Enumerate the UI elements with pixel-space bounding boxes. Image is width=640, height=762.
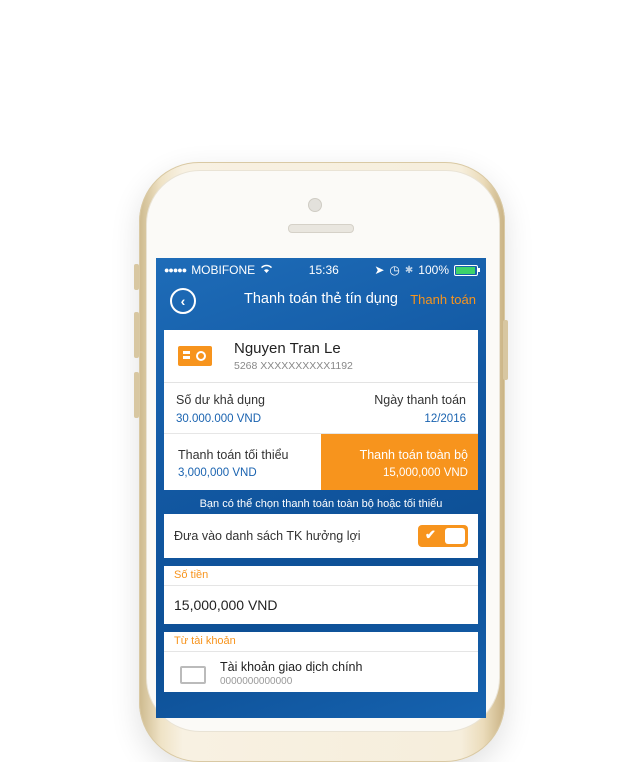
minimum-payment-amount: 3,000,000 VND bbox=[178, 467, 257, 479]
minimum-payment-label: Thanh toán tối thiểu bbox=[178, 448, 289, 462]
mute-switch bbox=[134, 264, 139, 290]
earpiece-speaker bbox=[288, 224, 354, 233]
app-screen: ●●●●● MOBIFONE 15:36 ➤ ◷ ✱ 100% ‹ Thanh … bbox=[156, 258, 486, 718]
balance-info-row: Số dư khả dụng 30.000.000 VND Ngày thanh… bbox=[164, 383, 478, 434]
credit-card-summary[interactable]: Nguyen Tran Le 5268 XXXXXXXXXX1192 bbox=[164, 330, 478, 383]
form-content: Nguyen Tran Le 5268 XXXXXXXXXX1192 Số dư… bbox=[164, 330, 478, 692]
volume-up-button bbox=[134, 312, 139, 358]
payment-date-value: 12/2016 bbox=[424, 413, 466, 425]
full-payment-option[interactable]: Thanh toán toàn bộ 15,000,000 VND bbox=[321, 434, 478, 490]
full-payment-amount: 15,000,000 VND bbox=[382, 467, 468, 479]
signal-icon: ●●●●● bbox=[164, 265, 187, 275]
payment-option-group: Thanh toán tối thiểu 3,000,000 VND Thanh… bbox=[164, 434, 478, 490]
checkmark-icon: ✔ bbox=[425, 527, 436, 542]
beneficiary-row: Đưa vào danh sách TK hưởng lợi ✔ bbox=[164, 514, 478, 558]
beneficiary-toggle[interactable]: ✔ bbox=[418, 525, 468, 547]
payment-date-label: Ngày thanh toán bbox=[374, 393, 466, 407]
volume-down-button bbox=[134, 372, 139, 418]
location-icon: ➤ bbox=[374, 263, 385, 277]
wallet-icon bbox=[180, 666, 206, 684]
minimum-payment-option[interactable]: Thanh toán tối thiểu 3,000,000 VND bbox=[164, 434, 321, 490]
card-holder-name: Nguyen Tran Le bbox=[234, 340, 341, 357]
bluetooth-icon: ✱ bbox=[404, 264, 414, 276]
wifi-icon bbox=[260, 263, 273, 277]
from-account-selector[interactable]: Tài khoản giao dịch chính 0000000000000 bbox=[164, 652, 478, 692]
from-account-label: Từ tài khoản bbox=[164, 632, 478, 652]
pay-button[interactable]: Thanh toán bbox=[410, 292, 476, 307]
amount-input[interactable]: 15,000,000 VND bbox=[164, 586, 478, 624]
status-time: 15:36 bbox=[308, 263, 339, 277]
beneficiary-label: Đưa vào danh sách TK hưởng lợi bbox=[174, 529, 361, 543]
card-number: 5268 XXXXXXXXXX1192 bbox=[234, 360, 353, 372]
account-name: Tài khoản giao dịch chính bbox=[220, 660, 363, 674]
carrier-name: MOBIFONE bbox=[191, 263, 256, 277]
status-bar: ●●●●● MOBIFONE 15:36 ➤ ◷ ✱ 100% bbox=[156, 258, 486, 282]
toggle-knob bbox=[445, 528, 465, 544]
amount-label: Số tiền bbox=[164, 566, 478, 586]
balance-value: 30.000.000 VND bbox=[176, 413, 262, 425]
power-button bbox=[503, 320, 508, 380]
payment-hint: Bạn có thể chọn thanh toán toàn bộ hoặc … bbox=[199, 498, 443, 510]
nav-bar: ‹ Thanh toán thẻ tín dụng Thanh toán bbox=[156, 282, 486, 322]
front-camera bbox=[308, 198, 322, 212]
full-payment-label: Thanh toán toàn bộ bbox=[359, 448, 468, 462]
balance-label: Số dư khả dụng bbox=[176, 393, 265, 407]
battery-percent: 100% bbox=[418, 263, 449, 277]
account-number: 0000000000000 bbox=[220, 676, 293, 687]
battery-icon bbox=[454, 264, 480, 276]
credit-card-icon bbox=[178, 346, 212, 366]
alarm-icon: ◷ bbox=[389, 263, 400, 277]
